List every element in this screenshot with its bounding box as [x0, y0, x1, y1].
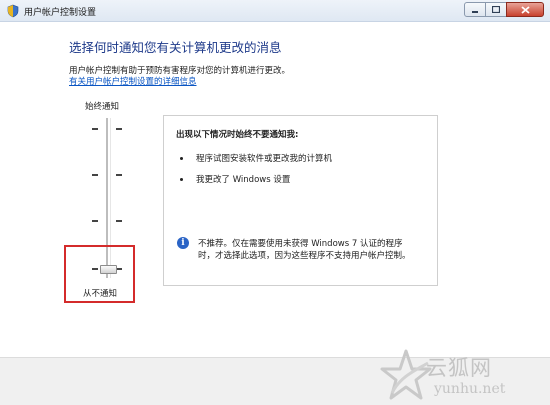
- page-title: 选择何时通知您有关计算机更改的消息: [69, 40, 282, 55]
- slider-tick: [116, 220, 122, 222]
- watermark-en: yunhu.net: [434, 381, 506, 397]
- slider-tick: [92, 174, 98, 176]
- minimize-icon: [472, 10, 478, 13]
- window-controls: [464, 2, 544, 17]
- maximize-icon: [492, 6, 500, 13]
- close-button[interactable]: [506, 2, 544, 17]
- uac-info-link[interactable]: 有关用户帐户控制设置的详细信息: [69, 75, 197, 87]
- window-title: 用户帐户控制设置: [24, 8, 97, 18]
- slider-tick: [92, 220, 98, 222]
- info-icon: i: [177, 237, 189, 249]
- bullet-icon: [180, 157, 183, 160]
- panel-bullet: 程序试图安装软件或更改我的计算机: [196, 154, 333, 164]
- slider-tick: [116, 128, 122, 130]
- slider-bottom-label: 从不通知: [83, 289, 118, 299]
- maximize-button[interactable]: [485, 2, 507, 17]
- slider-tick: [92, 128, 98, 130]
- slider-top-label: 始终通知: [85, 102, 120, 112]
- watermark-cn: 云狐网: [426, 356, 492, 380]
- panel-title: 出现以下情况时始终不要通知我:: [176, 130, 299, 140]
- slider-tick: [116, 174, 122, 176]
- title-bar: 用户帐户控制设置: [0, 0, 550, 22]
- panel-bullet: 我更改了 Windows 设置: [196, 175, 291, 185]
- close-icon: [520, 5, 530, 14]
- panel-note: 不推荐。仅在需要使用未获得 Windows 7 认证的程序时，才选择此选项，因为…: [198, 239, 411, 261]
- uac-shield-icon: [7, 4, 19, 18]
- minimize-button[interactable]: [464, 2, 486, 17]
- bullet-icon: [180, 178, 183, 181]
